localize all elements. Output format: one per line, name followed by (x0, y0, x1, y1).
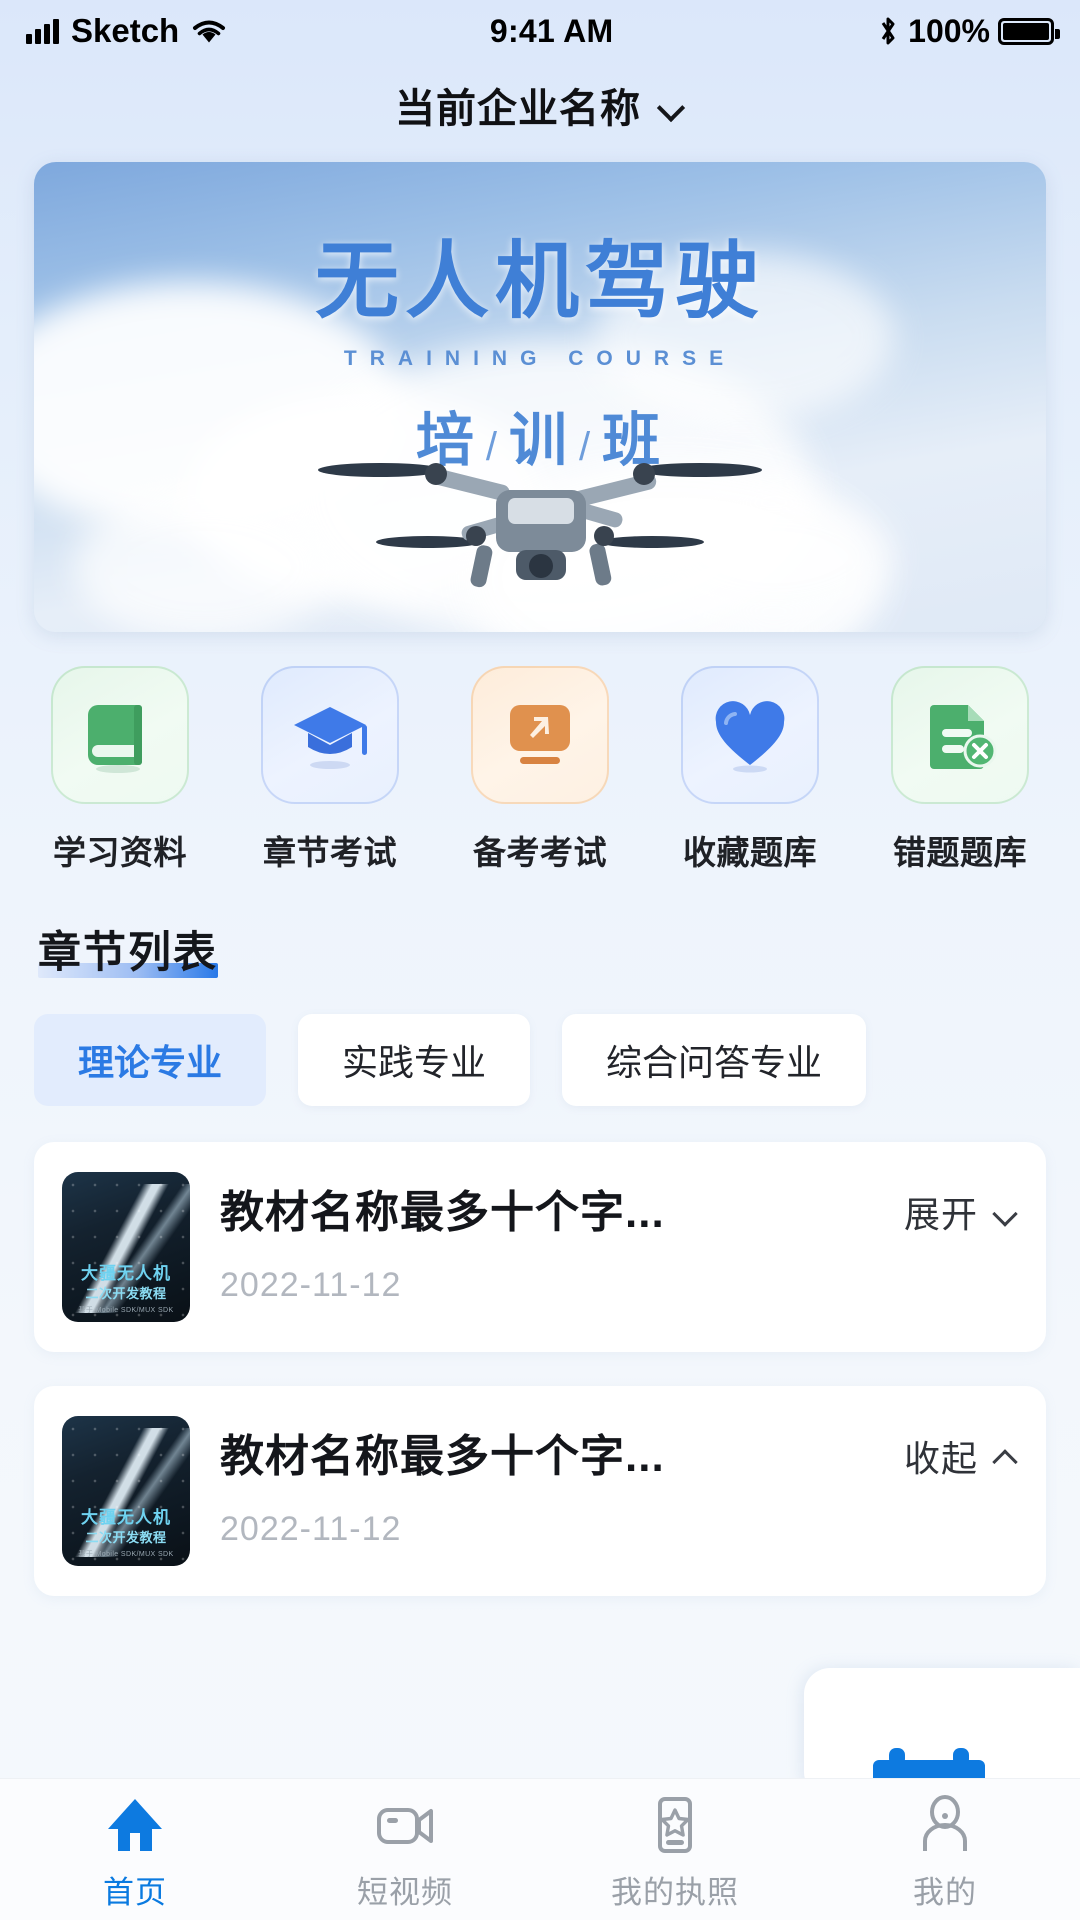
chapter-card[interactable]: 大疆无人机 二次开发教程 基于 Mobile SDK/MUX SDK 教材名称最… (34, 1386, 1046, 1596)
license-star-icon (658, 1797, 692, 1853)
graduation-cap-icon (294, 707, 367, 769)
chapter-date: 2022-11-12 (220, 1510, 402, 1548)
quick-action-tile[interactable] (261, 666, 399, 804)
chapter-title: 教材名称最多十个字... (220, 1432, 665, 1481)
category-tabs: 理论专业 实践专业 综合问答专业 (0, 980, 1080, 1106)
battery-full-icon (998, 17, 1060, 45)
nav-item-my-license[interactable]: 我的执照 (540, 1795, 810, 1912)
quick-action-label: 备考考试 (473, 834, 607, 871)
wifi-icon (193, 20, 226, 42)
quick-action-prep-exam[interactable]: 备考考试 (454, 666, 626, 874)
nav-label: 短视频 (357, 1875, 453, 1910)
bottom-navigation: 首页 短视频 我的执照 我的 (0, 1778, 1080, 1920)
chapter-collapse-toggle[interactable]: 收起 (904, 1416, 1018, 1482)
quick-action-tile[interactable] (681, 666, 819, 804)
chapter-toggle-label: 展开 (903, 1194, 978, 1235)
chapter-thumbnail: 大疆无人机 二次开发教程 基于 Mobile SDK/MUX SDK (62, 1172, 190, 1322)
tab-practice[interactable]: 实践专业 (298, 1014, 531, 1106)
quick-action-wrong-questions[interactable]: 错题题库 (874, 666, 1046, 874)
carrier-label: Sketch (71, 12, 180, 49)
thumbnail-line-3: 基于 Mobile SDK/MUX SDK (78, 1307, 174, 1314)
quick-action-label: 学习资料 (53, 834, 187, 871)
quick-action-tile[interactable] (51, 666, 189, 804)
quick-action-favorites[interactable]: 收藏题库 (664, 666, 836, 874)
chapter-thumbnail: 大疆无人机 二次开发教程 基于 Mobile SDK/MUX SDK (62, 1416, 190, 1566)
screen-arrow-icon (510, 705, 570, 764)
tab-theory[interactable]: 理论专业 (34, 1014, 267, 1106)
document-error-icon (930, 705, 997, 769)
chapter-card[interactable]: 大疆无人机 二次开发教程 基于 Mobile SDK/MUX SDK 教材名称最… (34, 1142, 1046, 1352)
thumbnail-line-3: 基于 Mobile SDK/MUX SDK (78, 1551, 174, 1558)
person-icon (923, 1795, 967, 1851)
thumbnail-line-2: 二次开发教程 (85, 1530, 167, 1545)
thumbnail-line-1: 大疆无人机 (81, 1264, 171, 1283)
quick-action-chapter-exam[interactable]: 章节考试 (244, 666, 416, 874)
chapter-list: 大疆无人机 二次开发教程 基于 Mobile SDK/MUX SDK 教材名称最… (0, 1106, 1080, 1596)
nav-item-profile[interactable]: 我的 (810, 1795, 1080, 1912)
nav-label: 首页 (103, 1875, 167, 1910)
quick-action-label: 错题题库 (893, 834, 1027, 871)
chevron-down-icon[interactable] (659, 98, 685, 112)
signal-bars-icon (26, 18, 59, 44)
quick-action-tile[interactable] (891, 666, 1029, 804)
tab-comprehensive-qa[interactable]: 综合问答专业 (562, 1014, 867, 1106)
banner-subtitle: TRAINING COURSE (343, 347, 737, 370)
page-title: 当前企业名称 (395, 87, 641, 131)
page-header[interactable]: 当前企业名称 (0, 62, 1080, 148)
status-bar: Sketch 9:41 AM 100% (0, 0, 1080, 62)
section-title: 章节列表 (38, 929, 218, 977)
heart-icon (715, 701, 785, 773)
drone-illustration (318, 463, 762, 588)
video-camera-icon (377, 1808, 433, 1844)
chapter-expand-toggle[interactable]: 展开 (904, 1172, 1018, 1238)
quick-action-study-materials[interactable]: 学习资料 (34, 666, 206, 874)
chapter-card-body: 教材名称最多十个字... 2022-11-12 (220, 1172, 874, 1305)
hero-banner[interactable]: 无人机驾驶 TRAINING COURSE 培 / 训 / 班 (34, 162, 1046, 632)
cloud-shape (74, 492, 334, 632)
battery-percent-label: 100% (908, 12, 990, 49)
book-icon (88, 705, 142, 773)
section-header: 章节列表 (38, 918, 218, 980)
chevron-down-icon (994, 1205, 1018, 1219)
quick-action-tile[interactable] (471, 666, 609, 804)
quick-action-label: 章节考试 (263, 834, 397, 871)
thumbnail-line-2: 二次开发教程 (85, 1286, 167, 1301)
nav-item-home[interactable]: 首页 (0, 1795, 270, 1912)
chapter-title: 教材名称最多十个字... (220, 1188, 665, 1237)
chapter-date: 2022-11-12 (220, 1266, 402, 1304)
chevron-up-icon (994, 1449, 1018, 1463)
chapter-card-body: 教材名称最多十个字... 2022-11-12 (220, 1416, 874, 1549)
status-bar-left: Sketch (26, 12, 227, 50)
chapter-toggle-label: 收起 (903, 1438, 978, 1479)
status-bar-right: 100% (876, 12, 1060, 50)
banner-main-title: 无人机驾驶 (314, 234, 765, 328)
clock-label: 9:41 AM (489, 12, 614, 49)
thumbnail-line-1: 大疆无人机 (81, 1508, 171, 1527)
nav-label: 我的 (913, 1875, 977, 1910)
nav-label: 我的执照 (611, 1875, 739, 1910)
home-icon (108, 1799, 162, 1851)
nav-item-short-video[interactable]: 短视频 (270, 1795, 540, 1912)
quick-action-label: 收藏题库 (683, 834, 817, 871)
bluetooth-icon (881, 17, 895, 45)
quick-actions-row: 学习资料 章节考试 备考考试 收藏题库 错题题库 (0, 632, 1080, 874)
